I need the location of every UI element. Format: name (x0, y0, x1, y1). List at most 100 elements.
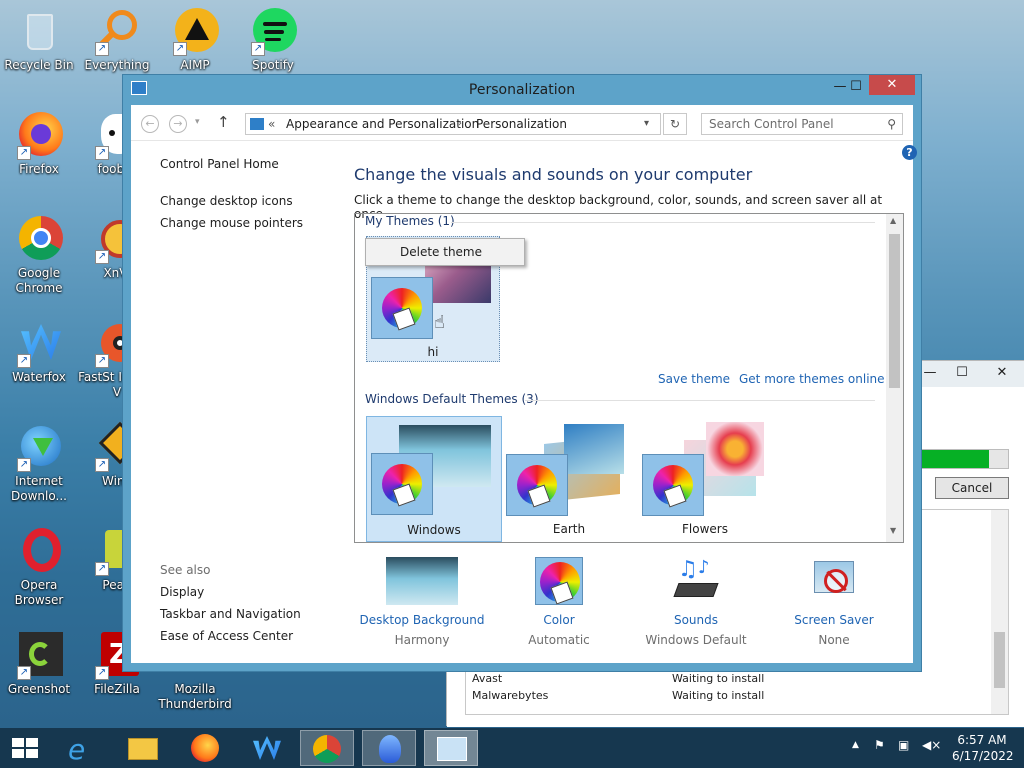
desktop-icon-chrome[interactable]: Google Chrome (0, 216, 78, 296)
search-placeholder: Search Control Panel (709, 117, 834, 131)
idm-icon: ↗ (15, 424, 63, 472)
scroll-down-icon[interactable]: ▼ (890, 526, 896, 535)
display-link[interactable]: Display (160, 585, 340, 599)
color-swatch (642, 454, 704, 516)
theme-preview-image (564, 424, 624, 474)
screen-saver-value: None (818, 633, 850, 647)
get-more-themes-link[interactable]: Get more themes online (739, 372, 885, 386)
taskbar-app[interactable] (362, 730, 416, 766)
taskbar-navigation-link[interactable]: Taskbar and Navigation (160, 607, 340, 621)
desktop-icon-aimp[interactable]: ↗ AIMP (156, 8, 234, 73)
breadcrumb-overflow[interactable]: « (268, 114, 275, 134)
sounds-item[interactable]: ♫ ♪ Sounds Windows Default (631, 557, 761, 647)
breadcrumb-appearance[interactable]: Appearance and Personalization (286, 114, 479, 134)
network-icon[interactable]: ▣ (898, 738, 909, 752)
screen-saver-item[interactable]: Screen Saver None (769, 557, 899, 647)
up-arrow-icon[interactable]: ↑ (217, 113, 230, 131)
screen-saver-label[interactable]: Screen Saver (769, 613, 899, 627)
color-wheel-icon (382, 464, 422, 504)
change-mouse-pointers-link[interactable]: Change mouse pointers (160, 216, 340, 230)
theme-list[interactable]: My Themes (1) hi Delete theme ☝ Save the… (354, 213, 904, 543)
change-desktop-icons-link[interactable]: Change desktop icons (160, 194, 340, 208)
list-item-name: Avast (472, 672, 503, 685)
color-icon (535, 557, 583, 605)
section-divider (525, 400, 875, 401)
firefox-icon (191, 734, 219, 762)
see-also-title: See also (160, 563, 211, 577)
internet-explorer-icon: e (68, 733, 86, 766)
sounds-label[interactable]: Sounds (631, 613, 761, 627)
personalization-window[interactable]: Personalization — ☐ ✕ ← → ▾ ↑ « Appearan… (122, 74, 922, 672)
scroll-up-icon[interactable]: ▲ (890, 216, 896, 225)
volume-muted-icon[interactable]: ◀× (922, 738, 941, 752)
theme-name: hi (427, 345, 439, 359)
search-input[interactable]: Search Control Panel ⚲ (701, 113, 903, 135)
color-label[interactable]: Color (494, 613, 624, 627)
theme-list-scrollbar[interactable]: ▲ ▼ (886, 214, 903, 542)
window-titlebar: Personalization — ☐ ✕ (123, 75, 921, 105)
desktop-background-label[interactable]: Desktop Background (357, 613, 487, 627)
maximize-button[interactable]: ☐ (843, 77, 869, 97)
forward-button[interactable]: → (169, 115, 187, 133)
desktop-icon-recycle-bin[interactable]: Recycle Bin (0, 8, 78, 73)
taskbar-file-explorer[interactable] (116, 730, 170, 766)
desktop-background-icon (386, 557, 458, 605)
desktop-icon-greenshot[interactable]: ↗ Greenshot (0, 632, 78, 697)
taskbar-control-panel[interactable] (424, 730, 478, 766)
flag-icon[interactable]: ⚑ (874, 738, 885, 752)
address-bar[interactable]: « Appearance and Personalization › Perso… (245, 113, 661, 135)
desktop-icon-firefox[interactable]: ↗ Firefox (0, 112, 78, 177)
help-icon[interactable]: ? (902, 145, 917, 160)
default-themes-title: Windows Default Themes (3) (365, 392, 543, 406)
recent-locations-icon[interactable]: ▾ (195, 117, 200, 127)
desktop-icon-idm[interactable]: ↗ Internet Downlo... (0, 424, 78, 504)
theme-card-earth[interactable]: Earth (504, 416, 634, 542)
window-title: Personalization (468, 82, 576, 98)
save-theme-link[interactable]: Save theme (658, 372, 730, 386)
desktop-icon-spotify[interactable]: ↗ Spotify (234, 8, 312, 73)
taskbar-internet-explorer[interactable]: e (54, 730, 108, 766)
list-item-status: Waiting to install (672, 689, 765, 702)
close-button[interactable]: ✕ (869, 75, 915, 95)
installer-maximize-button[interactable]: ☐ (949, 363, 975, 383)
desktop-icon-waterfox[interactable]: ↗ Waterfox (0, 320, 78, 385)
show-hidden-icons[interactable]: ▲ (852, 740, 859, 750)
color-swatch (506, 454, 568, 516)
taskbar-chrome[interactable] (300, 730, 354, 766)
desktop-icon-everything[interactable]: ↗ Everything (78, 8, 156, 73)
control-panel-icon (250, 118, 264, 130)
search-icon: ⚲ (887, 117, 896, 131)
theme-card-flowers[interactable]: Flowers (640, 416, 770, 542)
cancel-button[interactable]: Cancel (935, 477, 1009, 499)
window-client: ← → ▾ ↑ « Appearance and Personalization… (131, 105, 917, 663)
install-list-scrollbar[interactable] (991, 510, 1008, 714)
ease-of-access-link[interactable]: Ease of Access Center (160, 629, 340, 643)
color-item[interactable]: Color Automatic (494, 557, 624, 647)
taskbar-firefox[interactable] (178, 730, 232, 766)
taskbar-waterfox[interactable] (240, 730, 294, 766)
refresh-button[interactable]: ↻ (663, 113, 687, 135)
theme-preview-image (706, 422, 764, 476)
install-progress-fill (922, 450, 990, 468)
sounds-icon: ♫ ♪ (672, 557, 720, 605)
color-swatch (371, 277, 433, 339)
chevron-down-icon[interactable]: ▾ (644, 114, 649, 134)
start-button[interactable] (12, 738, 38, 758)
control-panel-icon (437, 737, 467, 761)
delete-theme-menu-item[interactable]: Delete theme (400, 245, 482, 259)
file-explorer-icon (128, 738, 158, 760)
my-themes-title: My Themes (1) (365, 214, 459, 228)
installer-close-button[interactable]: ✕ (979, 361, 1024, 385)
install-list-scroll-thumb[interactable] (994, 632, 1005, 688)
clock-time: 6:57 AM (957, 733, 1007, 747)
color-wheel-icon (653, 465, 693, 505)
theme-card-windows[interactable]: Windows (366, 416, 502, 542)
scroll-thumb[interactable] (889, 234, 900, 388)
clock[interactable]: 6:57 AM 6/17/2022 (952, 732, 1014, 764)
color-value: Automatic (528, 633, 590, 647)
back-button[interactable]: ← (141, 115, 159, 133)
control-panel-home-link[interactable]: Control Panel Home (160, 157, 340, 171)
desktop-icon-opera[interactable]: Opera Browser (0, 528, 78, 608)
breadcrumb-personalization[interactable]: Personalization (476, 114, 567, 134)
desktop-background-item[interactable]: Desktop Background Harmony (357, 557, 487, 647)
